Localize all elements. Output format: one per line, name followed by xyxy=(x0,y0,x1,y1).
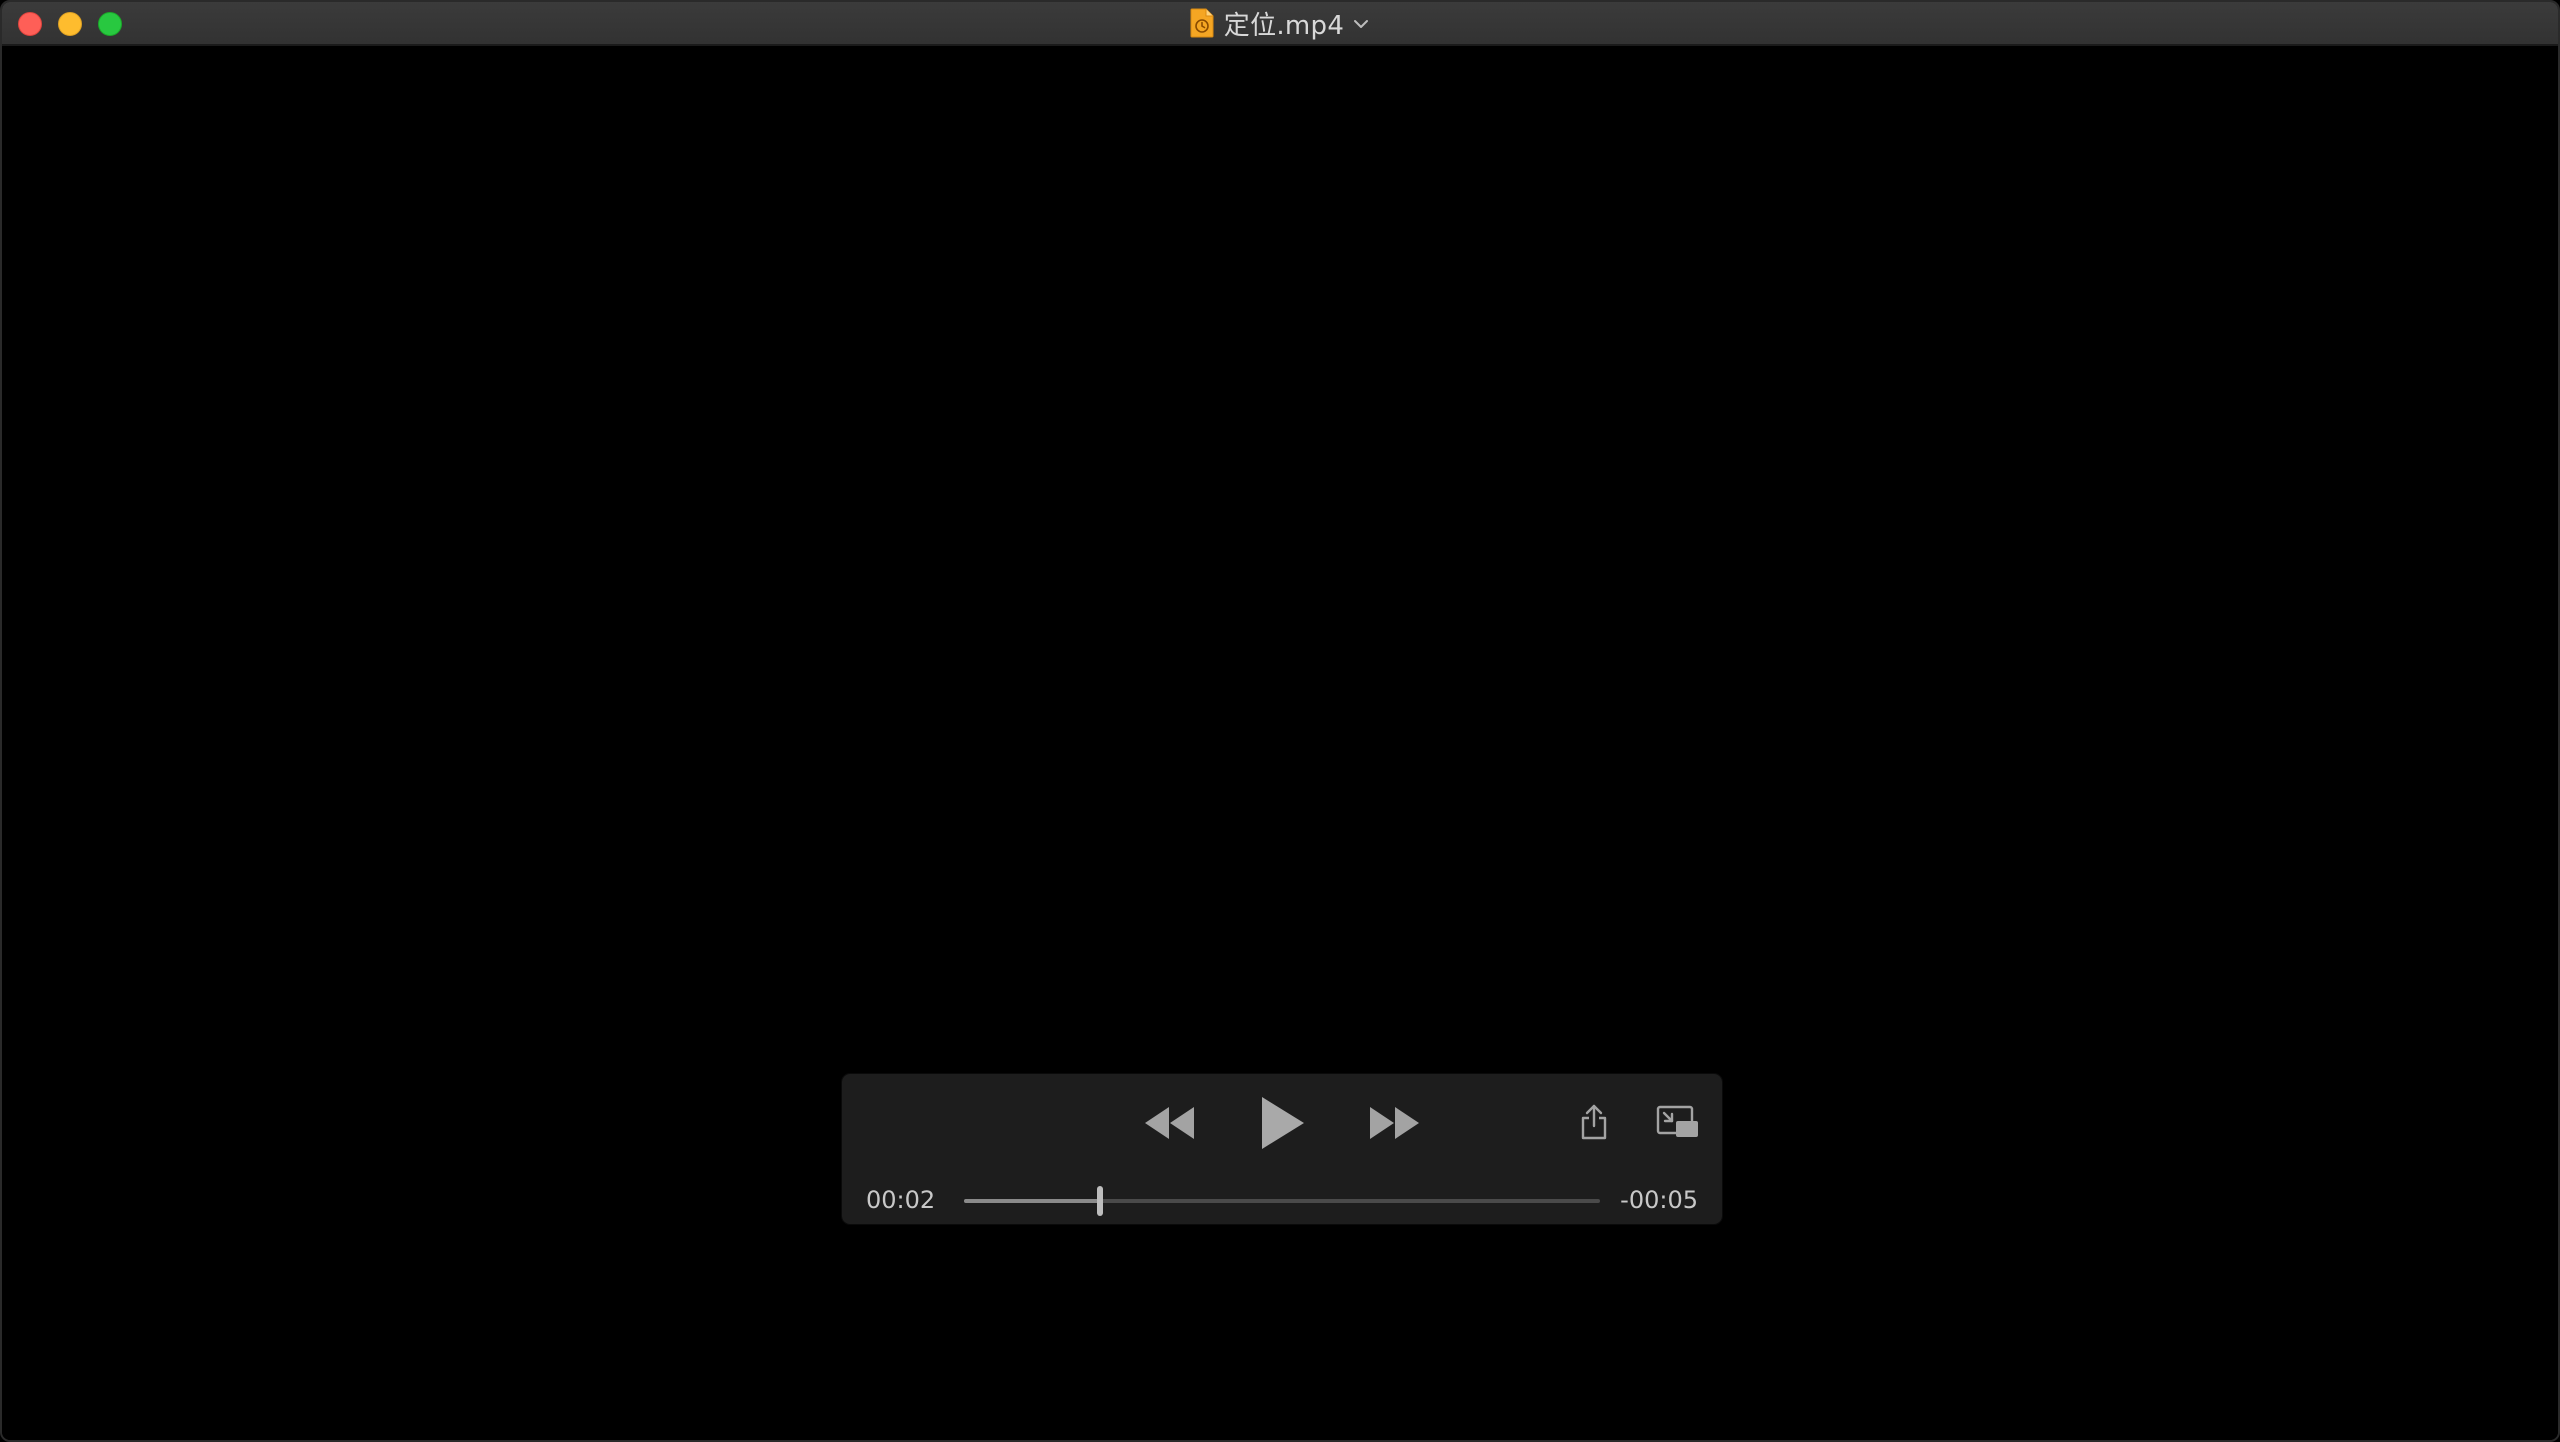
fast-forward-icon xyxy=(1368,1105,1420,1145)
play-button[interactable] xyxy=(1252,1094,1312,1156)
progress-scrubber[interactable] xyxy=(964,1186,1600,1216)
video-file-icon xyxy=(1190,8,1214,38)
share-button[interactable] xyxy=(1574,1100,1614,1148)
title-bar[interactable]: 定位.mp4 xyxy=(2,2,2558,46)
play-icon xyxy=(1258,1095,1306,1155)
scrubber-playhead[interactable] xyxy=(1097,1186,1104,1216)
picture-in-picture-button[interactable] xyxy=(1654,1102,1702,1146)
elapsed-time: 00:02 xyxy=(866,1186,936,1214)
picture-in-picture-icon xyxy=(1656,1104,1700,1144)
quicktime-window: 定位.mp4 00:02 -00:05 xyxy=(0,0,2560,1442)
remaining-time: -00:05 xyxy=(1620,1186,1698,1214)
scrubber-played xyxy=(964,1199,1101,1203)
rewind-icon xyxy=(1144,1105,1196,1145)
rewind-button[interactable] xyxy=(1142,1102,1198,1148)
video-area[interactable] xyxy=(2,46,2558,1440)
fast-forward-button[interactable] xyxy=(1366,1102,1422,1148)
share-icon xyxy=(1579,1104,1609,1144)
window-title[interactable]: 定位.mp4 xyxy=(2,2,2558,44)
chevron-down-icon[interactable] xyxy=(1352,15,1370,33)
window-title-text: 定位.mp4 xyxy=(1223,10,1345,41)
playback-controls: 00:02 -00:05 xyxy=(842,1074,1722,1224)
